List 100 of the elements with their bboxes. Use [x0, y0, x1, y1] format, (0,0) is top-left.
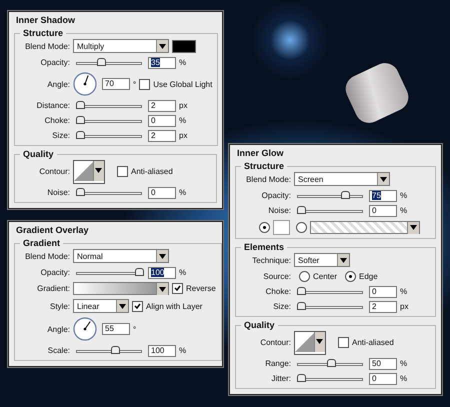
- field-label: Angle:: [46, 80, 70, 88]
- unit-label: %: [400, 374, 408, 383]
- slider-thumb[interactable]: [111, 346, 120, 354]
- slider-thumb[interactable]: [297, 287, 306, 295]
- angle-dial[interactable]: [73, 317, 97, 341]
- value-field[interactable]: 70: [102, 78, 130, 90]
- checkbox[interactable]: Use Global Light: [139, 78, 212, 90]
- field-label: Choke:: [44, 116, 70, 125]
- checkbox-box[interactable]: [139, 78, 150, 90]
- radio-button[interactable]: [345, 271, 356, 282]
- value-field[interactable]: 35: [148, 56, 176, 68]
- section-title: Structure: [22, 28, 64, 38]
- value-field[interactable]: 100: [148, 266, 176, 278]
- checkbox[interactable]: Align with Layer: [132, 300, 202, 312]
- section-title: Gradient: [22, 238, 62, 248]
- unit-label: %: [400, 191, 408, 200]
- section-title: Quality: [22, 149, 55, 159]
- caret-icon: [159, 286, 166, 292]
- slider-thumb[interactable]: [76, 131, 85, 139]
- field-label: Distance:: [36, 101, 70, 110]
- section-title: Structure: [243, 161, 286, 171]
- value-field[interactable]: 0: [369, 286, 397, 298]
- checkbox[interactable]: Anti-aliased: [117, 166, 173, 177]
- slider[interactable]: [297, 287, 363, 296]
- slider[interactable]: [297, 359, 363, 368]
- field-label: Technique:: [251, 256, 291, 264]
- dropdown[interactable]: Linear: [73, 299, 129, 313]
- field-label: Noise:: [267, 206, 291, 215]
- dropdown[interactable]: Multiply: [73, 39, 169, 53]
- slider[interactable]: [297, 206, 363, 215]
- slider-thumb[interactable]: [96, 58, 106, 66]
- panel-title: Gradient Overlay: [15, 224, 90, 235]
- checkbox-label: Align with Layer: [146, 302, 202, 310]
- unit-label: °: [133, 324, 136, 334]
- slider-thumb[interactable]: [297, 206, 306, 214]
- panel-title: Inner Shadow: [15, 14, 76, 25]
- gradient-picker[interactable]: [310, 220, 420, 234]
- value-field[interactable]: 2: [148, 100, 176, 112]
- caret-icon: [119, 304, 126, 308]
- value-field[interactable]: 75: [369, 190, 397, 202]
- checkbox[interactable]: Reverse: [172, 283, 216, 294]
- slider[interactable]: [76, 346, 142, 355]
- radio-button[interactable]: [259, 222, 270, 232]
- slider[interactable]: [297, 302, 363, 311]
- slider-thumb[interactable]: [326, 359, 336, 367]
- slider[interactable]: [76, 188, 142, 197]
- radio-button[interactable]: [296, 222, 307, 232]
- color-swatch[interactable]: [273, 220, 290, 234]
- value-field[interactable]: 2: [369, 300, 397, 312]
- field-label: Scale:: [46, 346, 70, 355]
- field-label: Style:: [48, 302, 70, 310]
- field-label: Noise:: [46, 188, 70, 197]
- slider-thumb[interactable]: [297, 302, 306, 310]
- slider-thumb[interactable]: [135, 268, 144, 276]
- value-field[interactable]: 0: [369, 204, 397, 216]
- value-field[interactable]: 0: [148, 114, 176, 126]
- slider[interactable]: [297, 191, 363, 200]
- slider-thumb[interactable]: [76, 188, 85, 196]
- color-swatch[interactable]: [172, 40, 196, 52]
- slider-thumb[interactable]: [76, 116, 85, 124]
- slider-thumb[interactable]: [76, 101, 85, 109]
- field-label: Contour:: [38, 167, 70, 176]
- slider-thumb[interactable]: [297, 374, 306, 382]
- checkbox-box[interactable]: [117, 166, 128, 177]
- dropdown[interactable]: Screen: [294, 172, 390, 186]
- field-label: Size:: [51, 131, 70, 140]
- slider[interactable]: [76, 268, 142, 277]
- gradient-picker[interactable]: [73, 282, 169, 295]
- unit-label: %: [179, 346, 186, 355]
- checkbox-box[interactable]: [172, 283, 183, 294]
- checkbox[interactable]: Anti-aliased: [338, 337, 394, 348]
- field-label: Range:: [264, 359, 291, 368]
- checkbox-box[interactable]: [338, 337, 349, 348]
- angle-dial[interactable]: [73, 72, 97, 96]
- unit-label: %: [179, 58, 186, 67]
- slider[interactable]: [76, 116, 142, 125]
- radio-button[interactable]: [299, 271, 310, 282]
- value-field[interactable]: 2: [148, 130, 176, 142]
- checkbox-box[interactable]: [132, 300, 143, 312]
- unit-label: %: [400, 206, 408, 215]
- slider[interactable]: [297, 374, 363, 383]
- unit-label: %: [179, 116, 186, 125]
- slider[interactable]: [76, 58, 142, 67]
- checkbox-label: Anti-aliased: [352, 338, 394, 347]
- unit-label: %: [179, 268, 186, 277]
- caret-icon: [316, 339, 324, 344]
- value-field[interactable]: 0: [369, 372, 397, 384]
- checkbox-label: Reverse: [186, 284, 216, 293]
- value-field[interactable]: 55: [102, 323, 130, 335]
- slider[interactable]: [76, 131, 142, 140]
- field-label: Blend Mode:: [24, 42, 70, 50]
- contour-picker[interactable]: [73, 160, 105, 184]
- value-field[interactable]: 0: [148, 186, 176, 198]
- dropdown[interactable]: Normal: [73, 249, 169, 263]
- value-field[interactable]: 50: [369, 358, 397, 370]
- contour-picker[interactable]: [294, 330, 326, 354]
- slider[interactable]: [76, 101, 142, 110]
- value-field[interactable]: 100: [148, 344, 176, 356]
- dropdown[interactable]: Softer: [294, 253, 350, 267]
- slider-thumb[interactable]: [341, 191, 350, 199]
